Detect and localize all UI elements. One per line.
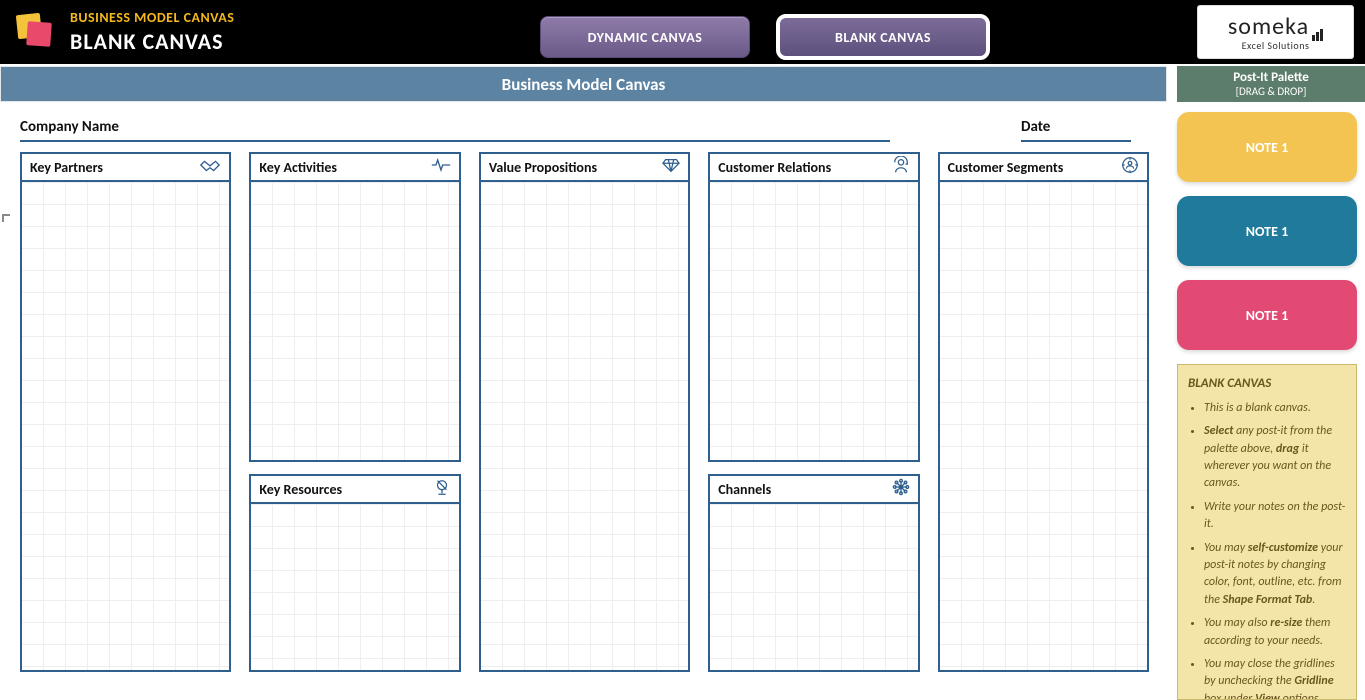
palette-title: Post-It Palette [1233,70,1308,85]
help-panel: BLANK CANVAS This is a blank canvas. Sele… [1177,364,1357,700]
label-customer-relations: Customer Relations [718,159,831,176]
app-title-big: BLANK CANVAS [70,28,234,55]
postit-icon [17,14,53,50]
brand-badge[interactable]: someka Excel Solutions [1198,6,1353,58]
label-key-activities: Key Activities [259,159,337,176]
help-item: Select any post-it from the palette abov… [1204,423,1346,493]
date-label: Date [1021,118,1050,136]
box-customer-relations[interactable]: Customer Relations [708,152,919,462]
help-list: This is a blank canvas. Select any post-i… [1188,400,1346,700]
box-value-propositions[interactable]: Value Propositions [479,152,690,672]
help-item: Write your notes on the post-it. [1204,499,1346,534]
postit-note-yellow[interactable]: NOTE 1 [1177,112,1357,182]
top-bar: BUSINESS MODEL CANVAS BLANK CANVAS DYNAM… [0,0,1365,64]
app-logo [0,0,70,64]
brand-name: someka [1228,12,1309,41]
postit-note-pink[interactable]: NOTE 1 [1177,280,1357,350]
pulse-icon [431,157,451,178]
main-area: Company Name Date Key Partners [0,102,1365,700]
palette-sub: [DRAG & DROP] [1236,85,1307,98]
label-key-partners: Key Partners [30,159,103,176]
col-value-propositions: Value Propositions [479,152,690,672]
label-channels: Channels [718,481,771,498]
help-item: You may also re-size them according to y… [1204,615,1346,650]
label-value-propositions: Value Propositions [489,159,597,176]
header-fields: Company Name Date [20,118,1131,142]
col-customer-segments: Customer Segments [938,152,1149,672]
network-icon [892,478,910,501]
headset-person-icon [892,156,910,179]
tab-dynamic-canvas[interactable]: DYNAMIC CANVAS [540,16,750,58]
app-title-small: BUSINESS MODEL CANVAS [70,9,234,26]
col-activities-resources: Key Activities Key Resources [249,152,460,672]
canvas-title-banner: Business Model Canvas [0,66,1167,102]
help-item: You may self-customize your post-it note… [1204,540,1346,610]
box-customer-segments[interactable]: Customer Segments [938,152,1149,672]
banner-row: Business Model Canvas Post-It Palette [D… [0,66,1365,102]
top-titles: BUSINESS MODEL CANVAS BLANK CANVAS [70,0,234,64]
label-customer-segments: Customer Segments [948,159,1064,176]
canvas-area: Company Name Date Key Partners [0,102,1167,700]
bars-icon [1312,29,1323,41]
canvas-grid: Key Partners Key Activities [20,152,1149,672]
diamond-icon [662,157,680,178]
brand-sub: Excel Solutions [1242,39,1310,52]
label-key-resources: Key Resources [259,481,342,498]
company-name-label: Company Name [20,118,119,136]
box-channels[interactable]: Channels [708,474,919,672]
tab-blank-canvas[interactable]: BLANK CANVAS [778,16,988,58]
globe-stand-icon [433,478,451,501]
col-relations-channels: Customer Relations Channels [708,152,919,672]
palette-panel: NOTE 1 NOTE 1 NOTE 1 BLANK CANVAS This i… [1167,102,1365,700]
palette-header: Post-It Palette [DRAG & DROP] [1177,66,1365,102]
box-key-activities[interactable]: Key Activities [249,152,460,462]
postit-note-teal[interactable]: NOTE 1 [1177,196,1357,266]
help-item: You may close the gridlines by uncheckin… [1204,656,1346,700]
tab-buttons: DYNAMIC CANVAS BLANK CANVAS [540,0,988,64]
box-key-partners[interactable]: Key Partners [20,152,231,672]
date-field[interactable]: Date [1021,118,1131,142]
col-key-partners: Key Partners [20,152,231,672]
help-title: BLANK CANVAS [1188,375,1346,394]
selection-tick-icon [2,214,10,222]
help-item: This is a blank canvas. [1204,400,1346,417]
handshake-icon [199,157,221,178]
company-name-field[interactable]: Company Name [20,118,890,142]
box-key-resources[interactable]: Key Resources [249,474,460,672]
target-person-icon [1121,156,1139,179]
